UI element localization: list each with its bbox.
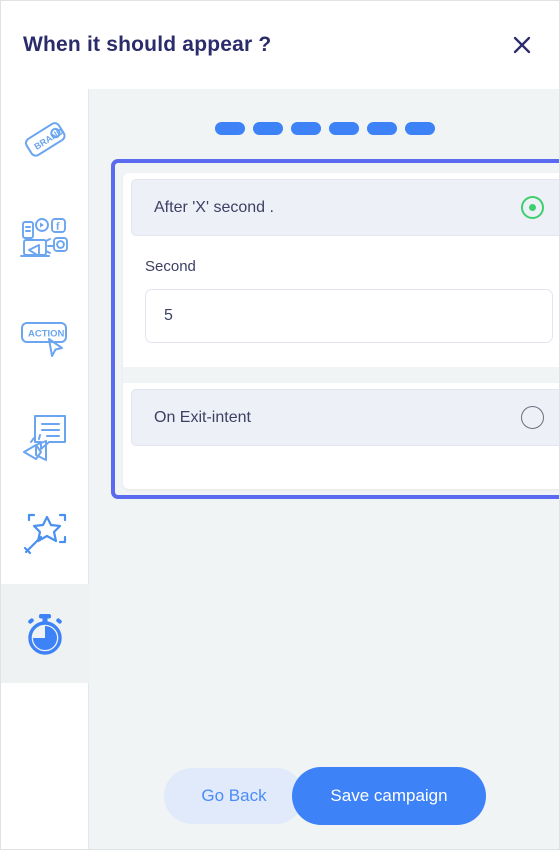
social-media-icon: f <box>17 210 73 266</box>
sidebar-item-message[interactable] <box>1 386 89 485</box>
step-pill[interactable] <box>405 122 435 135</box>
sidebar-item-brand[interactable]: BRAND <box>1 89 89 188</box>
step-pill[interactable] <box>367 122 397 135</box>
sidebar-item-channels[interactable]: f <box>1 188 89 287</box>
brand-tag-icon: BRAND <box>17 111 73 167</box>
footer-actions: Go Back Save campaign <box>89 741 559 849</box>
close-icon <box>510 33 534 57</box>
go-back-button[interactable]: Go Back <box>164 768 304 824</box>
modal-window: When it should appear ? BRAND f ACTION A… <box>0 0 560 850</box>
sidebar-item-design[interactable] <box>1 485 89 584</box>
svg-text:ACTION: ACTION <box>28 328 65 339</box>
magic-wand-icon <box>17 507 73 563</box>
step-progress <box>89 122 559 135</box>
sidebar-item-action[interactable]: ACTION <box>1 287 89 386</box>
action-button-icon: ACTION <box>17 309 73 365</box>
megaphone-message-icon <box>17 408 73 464</box>
modal-header: When it should appear ? <box>1 1 559 89</box>
step-pill[interactable] <box>329 122 359 135</box>
stopwatch-icon <box>19 608 71 660</box>
step-pill[interactable] <box>253 122 283 135</box>
step-pill[interactable] <box>215 122 245 135</box>
sidebar: BRAND f ACTION <box>1 89 89 849</box>
page-title: When it should appear ? <box>23 33 272 56</box>
step-pill[interactable] <box>291 122 321 135</box>
highlight-box <box>111 159 559 499</box>
sidebar-item-timing[interactable] <box>1 584 89 683</box>
content-area: After 'X' second . Second On Exit-intent… <box>89 89 559 849</box>
svg-text:f: f <box>56 220 60 232</box>
save-campaign-button[interactable]: Save campaign <box>292 767 486 825</box>
close-button[interactable] <box>505 28 539 62</box>
